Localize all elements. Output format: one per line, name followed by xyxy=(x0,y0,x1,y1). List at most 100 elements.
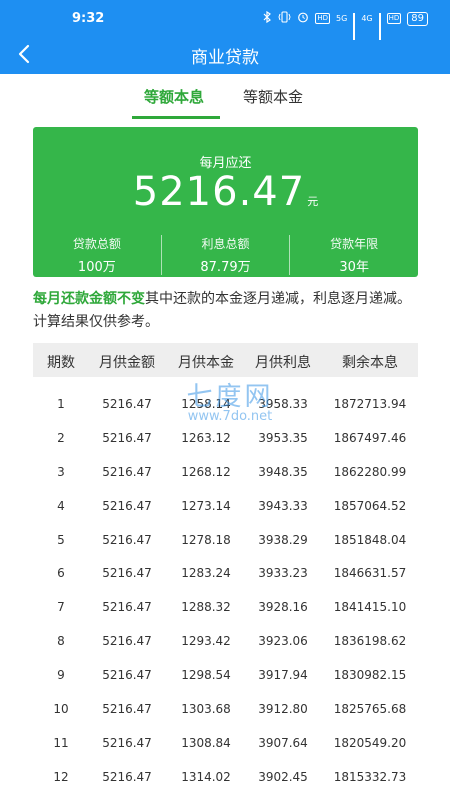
table-row: 1 5216.47 1258.14 3958.33 1872713.94 xyxy=(33,388,418,422)
table-row: 8 5216.47 1293.42 3923.06 1836198.62 xyxy=(33,625,418,659)
cell-principal: 1288.32 xyxy=(181,600,231,615)
monthly-payment-value: 5216.47 xyxy=(132,169,306,215)
cell-period: 2 xyxy=(57,430,65,445)
cell-payment: 5216.47 xyxy=(102,600,152,615)
cell-interest: 3923.06 xyxy=(258,634,308,649)
cell-remaining: 1825765.68 xyxy=(333,702,407,717)
cell-remaining: 1857064.52 xyxy=(333,498,407,513)
table-row: 2 5216.47 1263.12 3953.35 1867497.46 xyxy=(33,422,418,456)
cell-principal: 1293.42 xyxy=(181,634,231,649)
tab-equal-principal[interactable]: 等额本金 xyxy=(243,86,303,107)
cell-payment: 5216.47 xyxy=(102,532,152,547)
cell-period: 12 xyxy=(53,769,69,784)
monthly-payment-amount: 5216.47 元 xyxy=(33,169,418,215)
cell-remaining: 1851848.04 xyxy=(333,532,407,547)
hd-icon: HD xyxy=(315,13,331,24)
stat-loan-total: 贷款总额 100万 xyxy=(33,235,161,275)
active-tab-indicator xyxy=(132,116,220,119)
note-highlight: 每月还款金额不变 xyxy=(33,291,145,307)
bluetooth-icon xyxy=(263,10,272,26)
cell-interest: 3933.23 xyxy=(258,566,308,581)
cell-period: 9 xyxy=(57,668,65,683)
cell-interest: 3948.35 xyxy=(258,464,308,479)
cell-remaining: 1872713.94 xyxy=(333,397,407,411)
cell-principal: 1303.68 xyxy=(181,702,231,717)
cell-principal: 1278.18 xyxy=(181,532,231,547)
stat-interest-total: 利息总额 87.79万 xyxy=(160,235,290,275)
cell-period: 4 xyxy=(57,498,65,513)
cell-principal: 1258.14 xyxy=(181,397,231,411)
cell-principal: 1308.84 xyxy=(181,735,231,750)
cell-interest: 3902.45 xyxy=(258,769,308,784)
col-header-payment: 月供金额 xyxy=(99,355,155,371)
page-title: 商业贷款 xyxy=(191,48,259,68)
cell-remaining: 1815332.73 xyxy=(333,769,407,784)
cell-period: 7 xyxy=(57,600,65,615)
cell-remaining: 1867497.46 xyxy=(333,430,407,445)
cell-remaining: 1836198.62 xyxy=(333,634,407,649)
cell-remaining: 1820549.20 xyxy=(333,735,407,750)
vibrate-icon xyxy=(278,11,291,26)
table-row: 4 5216.47 1273.14 3943.33 1857064.52 xyxy=(33,490,418,524)
alarm-icon xyxy=(297,11,309,26)
cell-payment: 5216.47 xyxy=(102,634,152,649)
tab-equal-installment[interactable]: 等额本息 xyxy=(144,86,204,107)
status-time: 9:32 xyxy=(72,11,105,26)
cell-principal: 1268.12 xyxy=(181,464,231,479)
table-row: 7 5216.47 1288.32 3928.16 1841415.10 xyxy=(33,591,418,625)
cell-payment: 5216.47 xyxy=(102,498,152,513)
table-row: 10 5216.47 1303.68 3912.80 1825765.68 xyxy=(33,693,418,727)
cell-period: 11 xyxy=(53,735,69,750)
col-header-interest: 月供利息 xyxy=(255,355,311,371)
repayment-method-tabs: 等额本息 等额本金 xyxy=(0,74,450,120)
network-4g-label: 4G xyxy=(361,14,373,23)
cell-period: 8 xyxy=(57,634,65,649)
cell-payment: 5216.47 xyxy=(102,566,152,581)
cell-interest: 3912.80 xyxy=(258,702,308,717)
hd-icon: HD xyxy=(386,13,402,24)
cell-period: 3 xyxy=(57,464,65,479)
cell-payment: 5216.47 xyxy=(102,430,152,445)
stat-label: 贷款年限 xyxy=(330,237,379,251)
signal-icon xyxy=(378,13,381,40)
cell-interest: 3953.35 xyxy=(258,430,308,445)
cell-principal: 1298.54 xyxy=(181,668,231,683)
table-row: 3 5216.47 1268.12 3948.35 1862280.99 xyxy=(33,456,418,490)
top-app-bar: 9:32 HD 5G 4G HD 89 商业贷款 xyxy=(0,0,450,74)
schedule-table-body: 1 5216.47 1258.14 3958.33 1872713.94 2 5216.47… xyxy=(33,388,418,795)
cell-principal: 1263.12 xyxy=(181,430,231,445)
cell-payment: 5216.47 xyxy=(102,769,152,784)
cell-interest: 3907.64 xyxy=(258,735,308,750)
stat-label: 利息总额 xyxy=(201,237,250,251)
stat-value: 30年 xyxy=(339,260,369,275)
cell-payment: 5216.47 xyxy=(102,735,152,750)
cell-period: 10 xyxy=(53,702,69,717)
cell-interest: 3958.33 xyxy=(258,397,308,411)
monthly-payment-card: 每月应还 5216.47 元 贷款总额 100万 利息总额 87.79万 贷款年限… xyxy=(33,127,418,277)
table-row: 6 5216.47 1283.24 3933.23 1846631.57 xyxy=(33,557,418,591)
cell-principal: 1273.14 xyxy=(181,498,231,513)
cell-period: 1 xyxy=(57,397,65,411)
status-bar: 9:32 HD 5G 4G HD 89 xyxy=(0,0,450,40)
col-header-period: 期数 xyxy=(47,355,75,371)
cell-period: 6 xyxy=(57,566,65,581)
table-row: 5 5216.47 1278.18 3938.29 1851848.04 xyxy=(33,524,418,558)
col-header-remaining: 剩余本息 xyxy=(342,355,398,371)
schedule-table-header: 期数 月供金额 月供本金 月供利息 剩余本息 xyxy=(33,343,418,377)
stat-label: 贷款总额 xyxy=(72,237,121,251)
cell-principal: 1283.24 xyxy=(181,566,231,581)
cell-payment: 5216.47 xyxy=(102,668,152,683)
cell-interest: 3917.94 xyxy=(258,668,308,683)
table-row: 11 5216.47 1308.84 3907.64 1820549.20 xyxy=(33,727,418,761)
nav-bar: 商业贷款 xyxy=(0,36,450,74)
cell-interest: 3938.29 xyxy=(258,532,308,547)
signal-icon xyxy=(353,13,356,40)
battery-indicator: 89 xyxy=(407,11,428,26)
stat-value: 87.79万 xyxy=(200,260,251,275)
cell-principal: 1314.02 xyxy=(181,769,231,784)
repayment-note: 每月还款金额不变其中还款的本金逐月递减，利息逐月递减。计算结果仅供参考。 xyxy=(33,288,423,334)
stat-value: 100万 xyxy=(77,260,116,275)
table-row: 9 5216.47 1298.54 3917.94 1830982.15 xyxy=(33,659,418,693)
cell-payment: 5216.47 xyxy=(102,464,152,479)
cell-remaining: 1830982.15 xyxy=(333,668,407,683)
